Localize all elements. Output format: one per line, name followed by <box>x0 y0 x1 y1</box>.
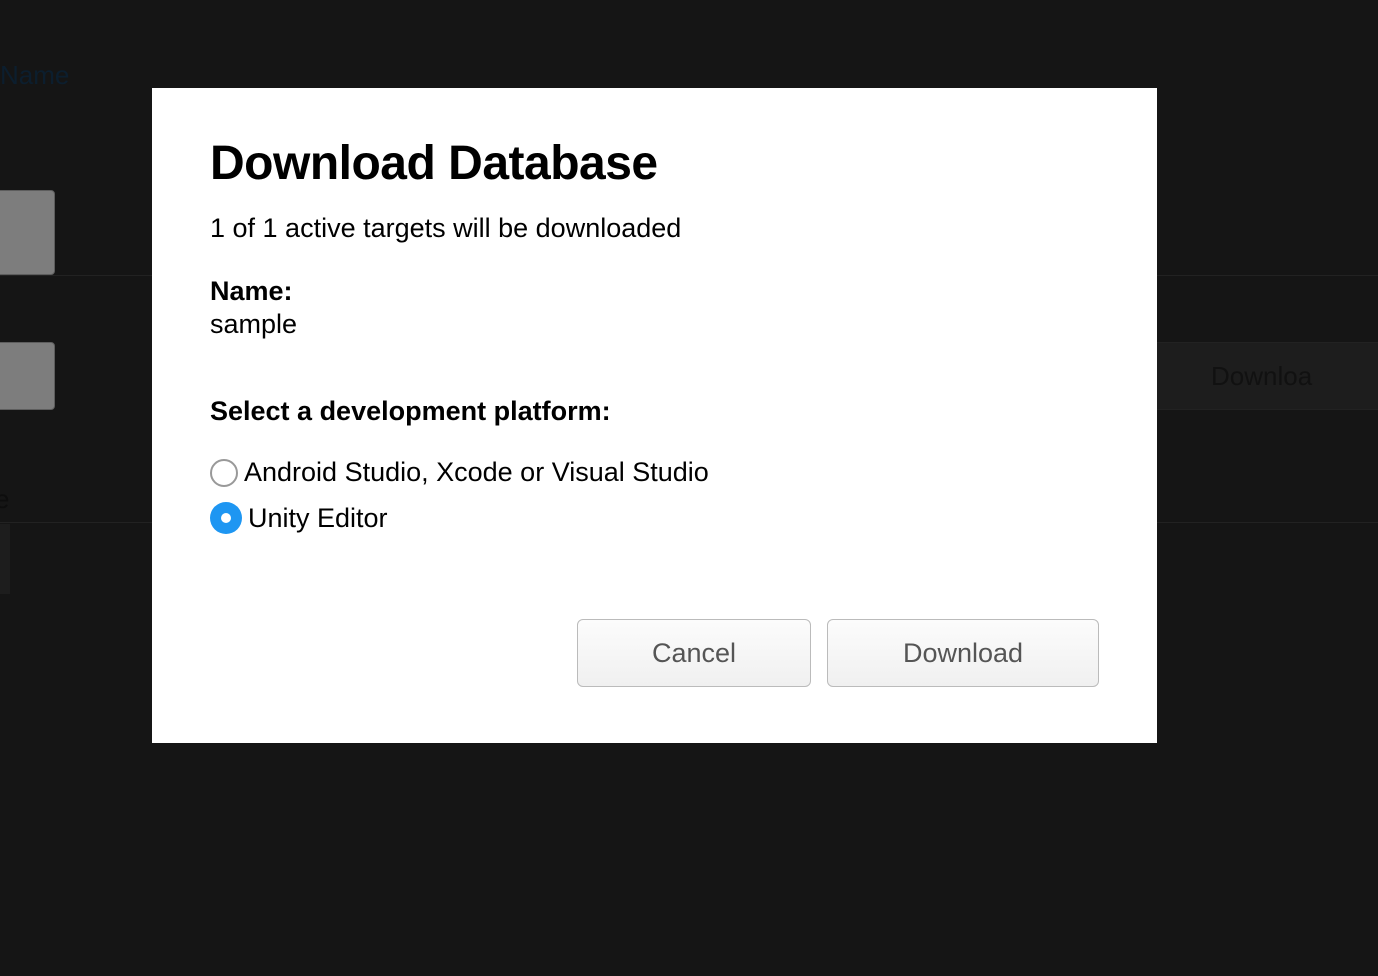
name-label: Name: <box>210 276 1099 307</box>
download-database-modal: Download Database 1 of 1 active targets … <box>152 88 1157 743</box>
modal-title: Download Database <box>210 136 1099 191</box>
radio-label-unity: Unity Editor <box>248 503 388 534</box>
radio-icon <box>210 502 242 534</box>
modal-button-row: Cancel Download <box>577 619 1099 687</box>
download-button[interactable]: Download <box>827 619 1099 687</box>
radio-icon <box>210 459 238 487</box>
radio-label-native: Android Studio, Xcode or Visual Studio <box>244 457 709 488</box>
radio-option-unity[interactable]: Unity Editor <box>210 502 1099 534</box>
modal-subtitle: 1 of 1 active targets will be downloaded <box>210 213 1099 244</box>
cancel-button[interactable]: Cancel <box>577 619 811 687</box>
platform-select-label: Select a development platform: <box>210 396 1099 427</box>
name-value: sample <box>210 309 1099 340</box>
radio-option-native[interactable]: Android Studio, Xcode or Visual Studio <box>210 457 1099 488</box>
platform-radio-group: Android Studio, Xcode or Visual Studio U… <box>210 457 1099 534</box>
